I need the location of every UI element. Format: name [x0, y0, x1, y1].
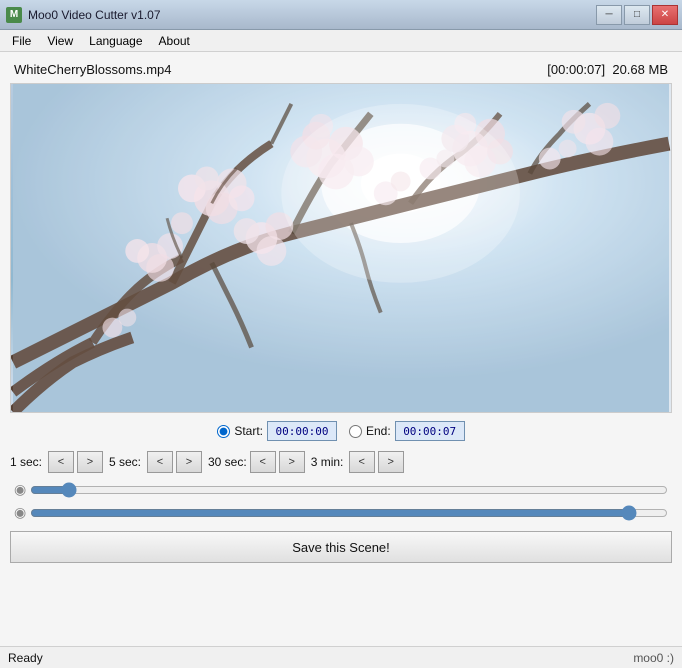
step-label-5sec: 5 sec:	[109, 455, 144, 469]
file-info-bar: WhiteCherryBlossoms.mp4 [00:00:07] 20.68…	[10, 60, 672, 79]
step-fwd-5sec[interactable]: >	[176, 451, 202, 473]
main-window: WhiteCherryBlossoms.mp4 [00:00:07] 20.68…	[0, 52, 682, 668]
step-back-5sec[interactable]: <	[147, 451, 173, 473]
start-radio-group: Start:	[217, 421, 337, 441]
file-name: WhiteCherryBlossoms.mp4	[14, 62, 172, 77]
range-slider[interactable]	[30, 505, 668, 521]
menu-view[interactable]: View	[39, 32, 81, 50]
start-time-field[interactable]	[267, 421, 337, 441]
title-bar-left: M Moo0 Video Cutter v1.07	[6, 7, 161, 23]
end-radio-group: End:	[349, 421, 465, 441]
step-fwd-30sec[interactable]: >	[279, 451, 305, 473]
title-bar: M Moo0 Video Cutter v1.07 ─ □ ✕	[0, 0, 682, 30]
step-fwd-1sec[interactable]: >	[77, 451, 103, 473]
range-slider-row: ◉	[14, 504, 668, 521]
step-group-5sec: 5 sec: < >	[109, 451, 202, 473]
step-label-3min: 3 min:	[311, 455, 346, 469]
menu-language[interactable]: Language	[81, 32, 150, 50]
step-fwd-3min[interactable]: >	[378, 451, 404, 473]
video-preview	[10, 83, 672, 413]
maximize-button[interactable]: □	[624, 5, 650, 25]
end-time-field[interactable]	[395, 421, 465, 441]
status-text: Ready	[8, 651, 43, 665]
step-back-3min[interactable]: <	[349, 451, 375, 473]
close-button[interactable]: ✕	[652, 5, 678, 25]
menu-file[interactable]: File	[4, 32, 39, 50]
slider-container: ◉ ◉	[10, 479, 672, 523]
minimize-button[interactable]: ─	[596, 5, 622, 25]
start-radio[interactable]	[217, 425, 230, 438]
end-radio[interactable]	[349, 425, 362, 438]
position-slider-icon: ◉	[14, 481, 26, 498]
menu-bar: File View Language About	[0, 30, 682, 52]
file-size: 20.68 MB	[612, 62, 668, 77]
app-title: Moo0 Video Cutter v1.07	[28, 8, 161, 22]
step-back-1sec[interactable]: <	[48, 451, 74, 473]
range-slider-icon: ◉	[14, 504, 26, 521]
step-group-1sec: 1 sec: < >	[10, 451, 103, 473]
step-label-1sec: 1 sec:	[10, 455, 45, 469]
file-timecode: [00:00:07]	[547, 62, 605, 77]
step-group-3min: 3 min: < >	[311, 451, 404, 473]
end-label: End:	[366, 424, 391, 438]
save-button[interactable]: Save this Scene!	[10, 531, 672, 563]
app-icon: M	[6, 7, 22, 23]
brand-text: moo0 :)	[633, 651, 674, 665]
video-content	[11, 84, 671, 412]
step-back-30sec[interactable]: <	[250, 451, 276, 473]
step-group-30sec: 30 sec: < >	[208, 451, 305, 473]
step-label-30sec: 30 sec:	[208, 455, 247, 469]
position-slider[interactable]	[30, 482, 668, 498]
status-bar: Ready moo0 :)	[0, 646, 682, 668]
file-meta: [00:00:07] 20.68 MB	[547, 62, 668, 77]
time-controls: Start: End:	[10, 417, 672, 445]
position-slider-row: ◉	[14, 481, 668, 498]
menu-about[interactable]: About	[151, 32, 198, 50]
start-label: Start:	[234, 424, 263, 438]
step-controls: 1 sec: < > 5 sec: < > 30 sec: < > 3 min:…	[10, 449, 672, 475]
window-controls: ─ □ ✕	[596, 5, 678, 25]
